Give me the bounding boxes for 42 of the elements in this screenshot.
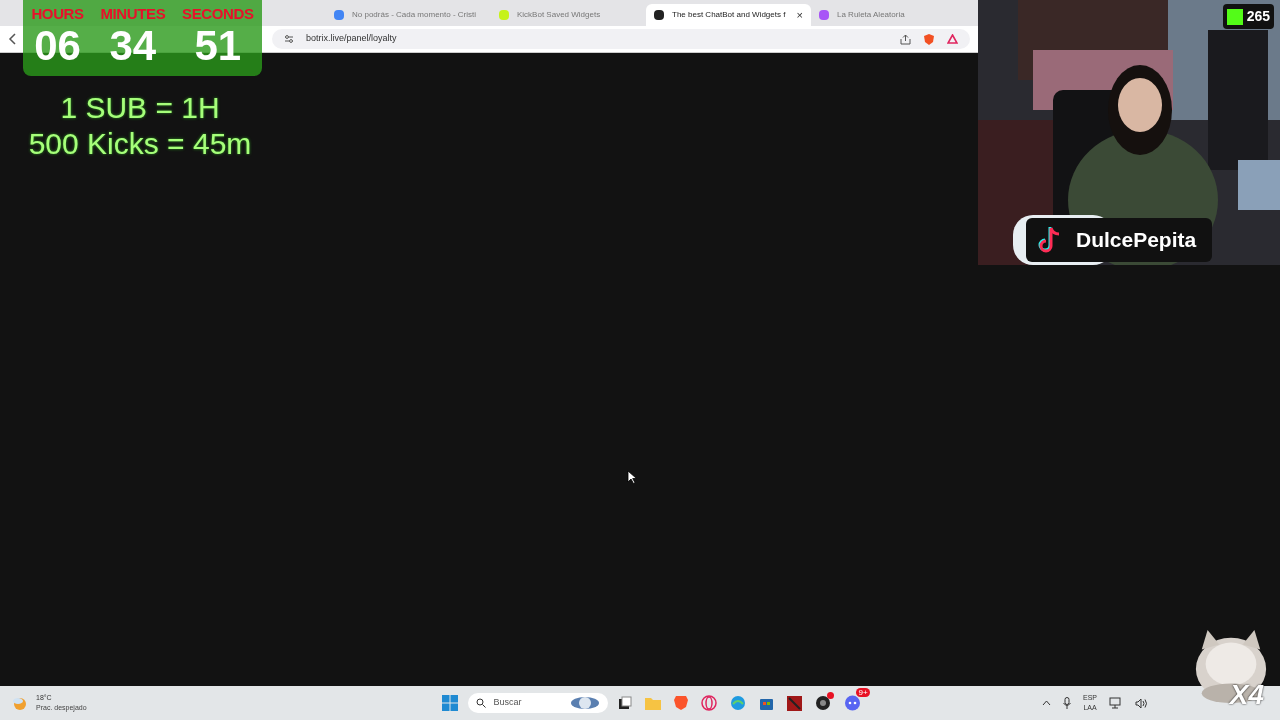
address-field[interactable]: botrix.live/panel/loyalty: [272, 29, 970, 49]
ring-icon[interactable]: [700, 695, 717, 711]
browser-tab[interactable]: KickBot Saved Widgets: [491, 4, 646, 26]
countdown-value: 51: [194, 24, 242, 68]
weather-icon: [12, 695, 28, 711]
triangle-icon[interactable]: [947, 34, 958, 44]
tab-title: KickBot Saved Widgets: [517, 9, 601, 21]
settings-icon: [284, 34, 294, 44]
chevron-icon[interactable]: [1042, 700, 1051, 706]
countdown-value: 34: [109, 24, 157, 68]
tab-title: The best ChatBot and Widgets f: [672, 9, 786, 21]
shield-icon[interactable]: [923, 32, 935, 46]
microphone-icon[interactable]: [1063, 697, 1071, 709]
search-field[interactable]: Buscar: [467, 693, 608, 713]
close-button[interactable]: ×: [796, 9, 803, 21]
task-view-icon[interactable]: [617, 696, 632, 710]
search-placeholder: Buscar: [493, 696, 522, 710]
notification-badge: 9+: [856, 688, 870, 697]
countdown-label: MINUTES: [100, 4, 166, 24]
countdown-label: SECONDS: [182, 4, 254, 24]
back-icon[interactable]: [8, 33, 18, 45]
follower-count: 265: [1246, 7, 1270, 26]
game-icon[interactable]: [786, 695, 802, 711]
start-icon[interactable]: [441, 695, 458, 711]
speaker-icon[interactable]: [1135, 697, 1148, 709]
monitor-icon[interactable]: [1109, 697, 1123, 709]
url-text: botrix.live/panel/loyalty: [306, 32, 397, 46]
browser-tab[interactable]: La Ruleta Aleatoria: [811, 4, 971, 26]
search-icon: [475, 698, 486, 708]
username: DulcePepita: [1076, 227, 1198, 254]
tab-title: La Ruleta Aleatoria: [837, 9, 905, 21]
countdown-label: HOURS: [31, 4, 84, 24]
countdown-value: 06: [34, 24, 81, 68]
rule-text: 1 SUB = 1H: [60, 90, 220, 126]
rule-text: 500 Kicks = 45m: [28, 126, 252, 162]
share-icon[interactable]: [900, 33, 911, 45]
chat-icon[interactable]: [843, 695, 861, 711]
record-icon[interactable]: [814, 695, 831, 711]
cursor-icon: [627, 470, 637, 484]
tab-title: No podrás - Cada momento - Cristi: [352, 9, 477, 21]
browser-tab[interactable]: The best ChatBot and Widgets f ×: [646, 4, 811, 26]
browser-tab[interactable]: No podrás - Cada momento - Cristi: [326, 4, 491, 26]
